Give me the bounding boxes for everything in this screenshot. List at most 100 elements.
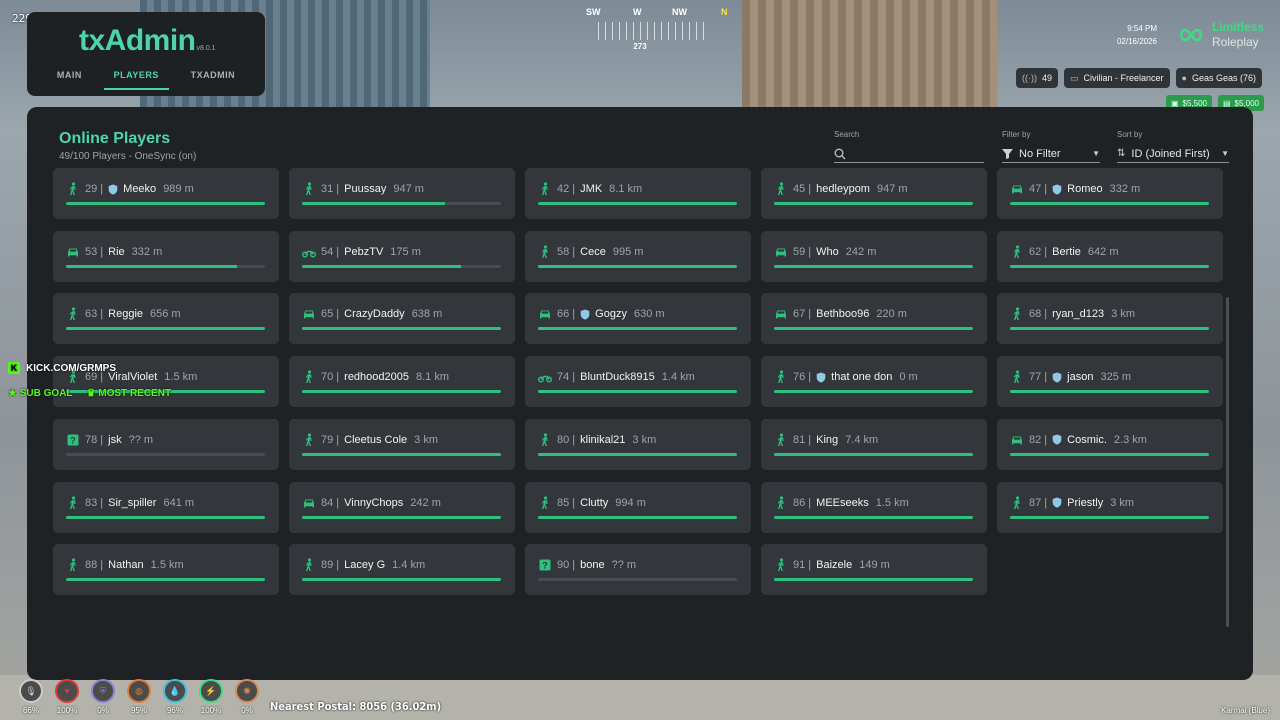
health-bar (774, 202, 973, 205)
player-name: Lacey G (344, 559, 386, 572)
player-card[interactable]: 58 | Cece 995 m (525, 230, 751, 282)
player-card[interactable]: 89 | Lacey G 1.4 km (289, 544, 515, 596)
player-distance: 642 m (1087, 245, 1119, 258)
player-id: 65 | (321, 308, 340, 321)
clock-time: 9:54 PM (1127, 24, 1157, 33)
player-distance: 630 m (633, 308, 665, 321)
player-card-header: 76 | that one don 0 m (774, 370, 918, 384)
svg-text:?: ? (542, 561, 548, 571)
scrollbar[interactable] (1226, 297, 1229, 627)
player-card[interactable]: 77 | jason 325 m (997, 356, 1223, 408)
car-icon (774, 307, 788, 321)
health-bar (302, 390, 501, 394)
status-percent: 96% (166, 706, 183, 715)
player-name: jsk (108, 433, 122, 446)
player-card[interactable]: 45 | hedleypom 947 m (761, 168, 987, 219)
search-field[interactable] (834, 145, 984, 163)
player-card[interactable]: ? 78 | jsk ?? m (53, 418, 279, 470)
player-card[interactable]: 66 | Gogzy 630 m (525, 293, 751, 345)
walk-icon (1010, 495, 1024, 510)
health-bar (538, 578, 737, 582)
player-card[interactable]: 59 | Who 242 m (761, 230, 987, 282)
player-card[interactable]: 83 | Sir_spiller 641 m (53, 481, 279, 533)
tab-players[interactable]: PLAYERS (103, 68, 169, 90)
player-id: 54 | (321, 245, 340, 258)
player-card[interactable]: 85 | Clutty 994 m (525, 481, 751, 533)
player-card[interactable]: 87 | Priestly 3 km (997, 481, 1223, 533)
player-name: VinnyChops (344, 496, 404, 509)
briefcase-icon: ▭ (1069, 72, 1079, 83)
walk-icon (302, 182, 316, 196)
filter-select[interactable]: No Filter ▼ (1002, 145, 1100, 163)
player-name: Cosmic. (1067, 433, 1107, 446)
player-card[interactable]: 80 | klinikal21 3 km (525, 418, 751, 470)
player-card[interactable]: 68 | ryan_d123 3 km (997, 293, 1223, 345)
health-bar-fill (302, 327, 501, 331)
player-card[interactable]: 29 | Meeko 989 m (53, 168, 279, 219)
walk-icon (538, 495, 552, 510)
player-card[interactable]: 67 | Bethboo96 220 m (761, 293, 987, 345)
player-card[interactable]: 53 | Rie 332 m (53, 230, 279, 282)
player-card[interactable]: 86 | MEEseeks 1.5 km (761, 481, 987, 533)
compass-dir: W (633, 7, 642, 17)
health-bar-fill (538, 264, 737, 268)
player-distance: 3 km (1110, 496, 1135, 509)
health-bar-fill (538, 452, 737, 456)
player-card[interactable]: 91 | Baizele 149 m (761, 544, 987, 596)
tab-txadmin[interactable]: TXADMIN (181, 68, 246, 90)
player-card[interactable]: 74 | BluntDuck8915 1.4 km (525, 356, 751, 408)
player-card-header: 66 | Gogzy 630 m (538, 307, 665, 321)
player-card[interactable]: 79 | Cleetus Cole 3 km (289, 418, 515, 470)
player-card[interactable]: 31 | Puussay 947 m (289, 168, 515, 219)
walk-icon (774, 558, 788, 572)
player-distance: 947 m (876, 183, 908, 195)
player-name: Cleetus Cole (344, 433, 408, 446)
player-card[interactable]: 54 | PebzTV 175 m (289, 230, 515, 282)
player-distance: 1.5 km (150, 559, 184, 572)
search-input[interactable] (852, 148, 972, 159)
player-card[interactable]: 88 | Nathan 1.5 km (53, 544, 279, 596)
player-card[interactable]: 84 | VinnyChops 242 m (289, 481, 515, 533)
walk-icon (302, 433, 316, 447)
shield-icon (580, 309, 590, 320)
player-card-header: 77 | jason 325 m (1010, 370, 1131, 384)
player-card[interactable]: 82 | Cosmic. 2.3 km (997, 418, 1223, 470)
corner-tag: Karmai (Blue) (1221, 706, 1270, 715)
player-id: 88 | (85, 559, 104, 572)
player-card-header: 29 | Meeko 989 m (66, 182, 194, 196)
player-card[interactable]: 62 | Bertie 642 m (997, 230, 1223, 282)
health-bar-fill (774, 452, 973, 456)
player-name: JMK (580, 183, 603, 195)
armor-icon: ⛨ (91, 679, 115, 703)
player-card[interactable]: 65 | CrazyDaddy 638 m (289, 293, 515, 345)
shield-icon (1052, 184, 1062, 195)
sort-select[interactable]: ⇅ ID (Joined First) ▼ (1117, 145, 1229, 163)
health-bar (774, 264, 973, 268)
player-card[interactable]: 42 | JMK 8.1 km (525, 168, 751, 219)
walk-icon (1010, 245, 1024, 259)
unknown-icon: ? (538, 558, 552, 572)
sub-goal: ★ SUB GOAL (8, 388, 73, 399)
player-card[interactable]: 63 | Reggie 656 m (53, 293, 279, 345)
status-indicator: ⚡ 100% (198, 679, 224, 715)
player-id: 62 | (1029, 245, 1048, 258)
player-card[interactable]: 76 | that one don 0 m (761, 356, 987, 408)
health-bar (774, 452, 973, 456)
hud-info-row: ((·)) 49 ▭ Civilian - Freelancer ● Geas Gea… (1015, 68, 1262, 88)
player-distance: 325 m (1100, 371, 1132, 384)
health-bar (302, 327, 501, 331)
player-distance: 8.1 km (416, 371, 450, 384)
player-card[interactable]: ? 90 | bone ?? m (525, 544, 751, 596)
car-icon (302, 307, 316, 321)
walk-icon (66, 307, 80, 321)
player-id: 74 | (557, 371, 576, 384)
player-card[interactable]: 81 | King 7.4 km (761, 418, 987, 470)
player-card-header: ? 90 | bone ?? m (538, 558, 636, 572)
tab-main[interactable]: MAIN (47, 68, 92, 90)
player-distance: 656 m (150, 308, 181, 321)
player-card[interactable]: 47 | Romeo 332 m (997, 168, 1223, 219)
health-bar (66, 452, 265, 456)
player-card[interactable]: 70 | redhood2005 8.1 km (289, 356, 515, 408)
player-name: Nathan (108, 559, 144, 572)
sort-control: Sort by ⇅ ID (Joined First) ▼ (1117, 130, 1229, 163)
